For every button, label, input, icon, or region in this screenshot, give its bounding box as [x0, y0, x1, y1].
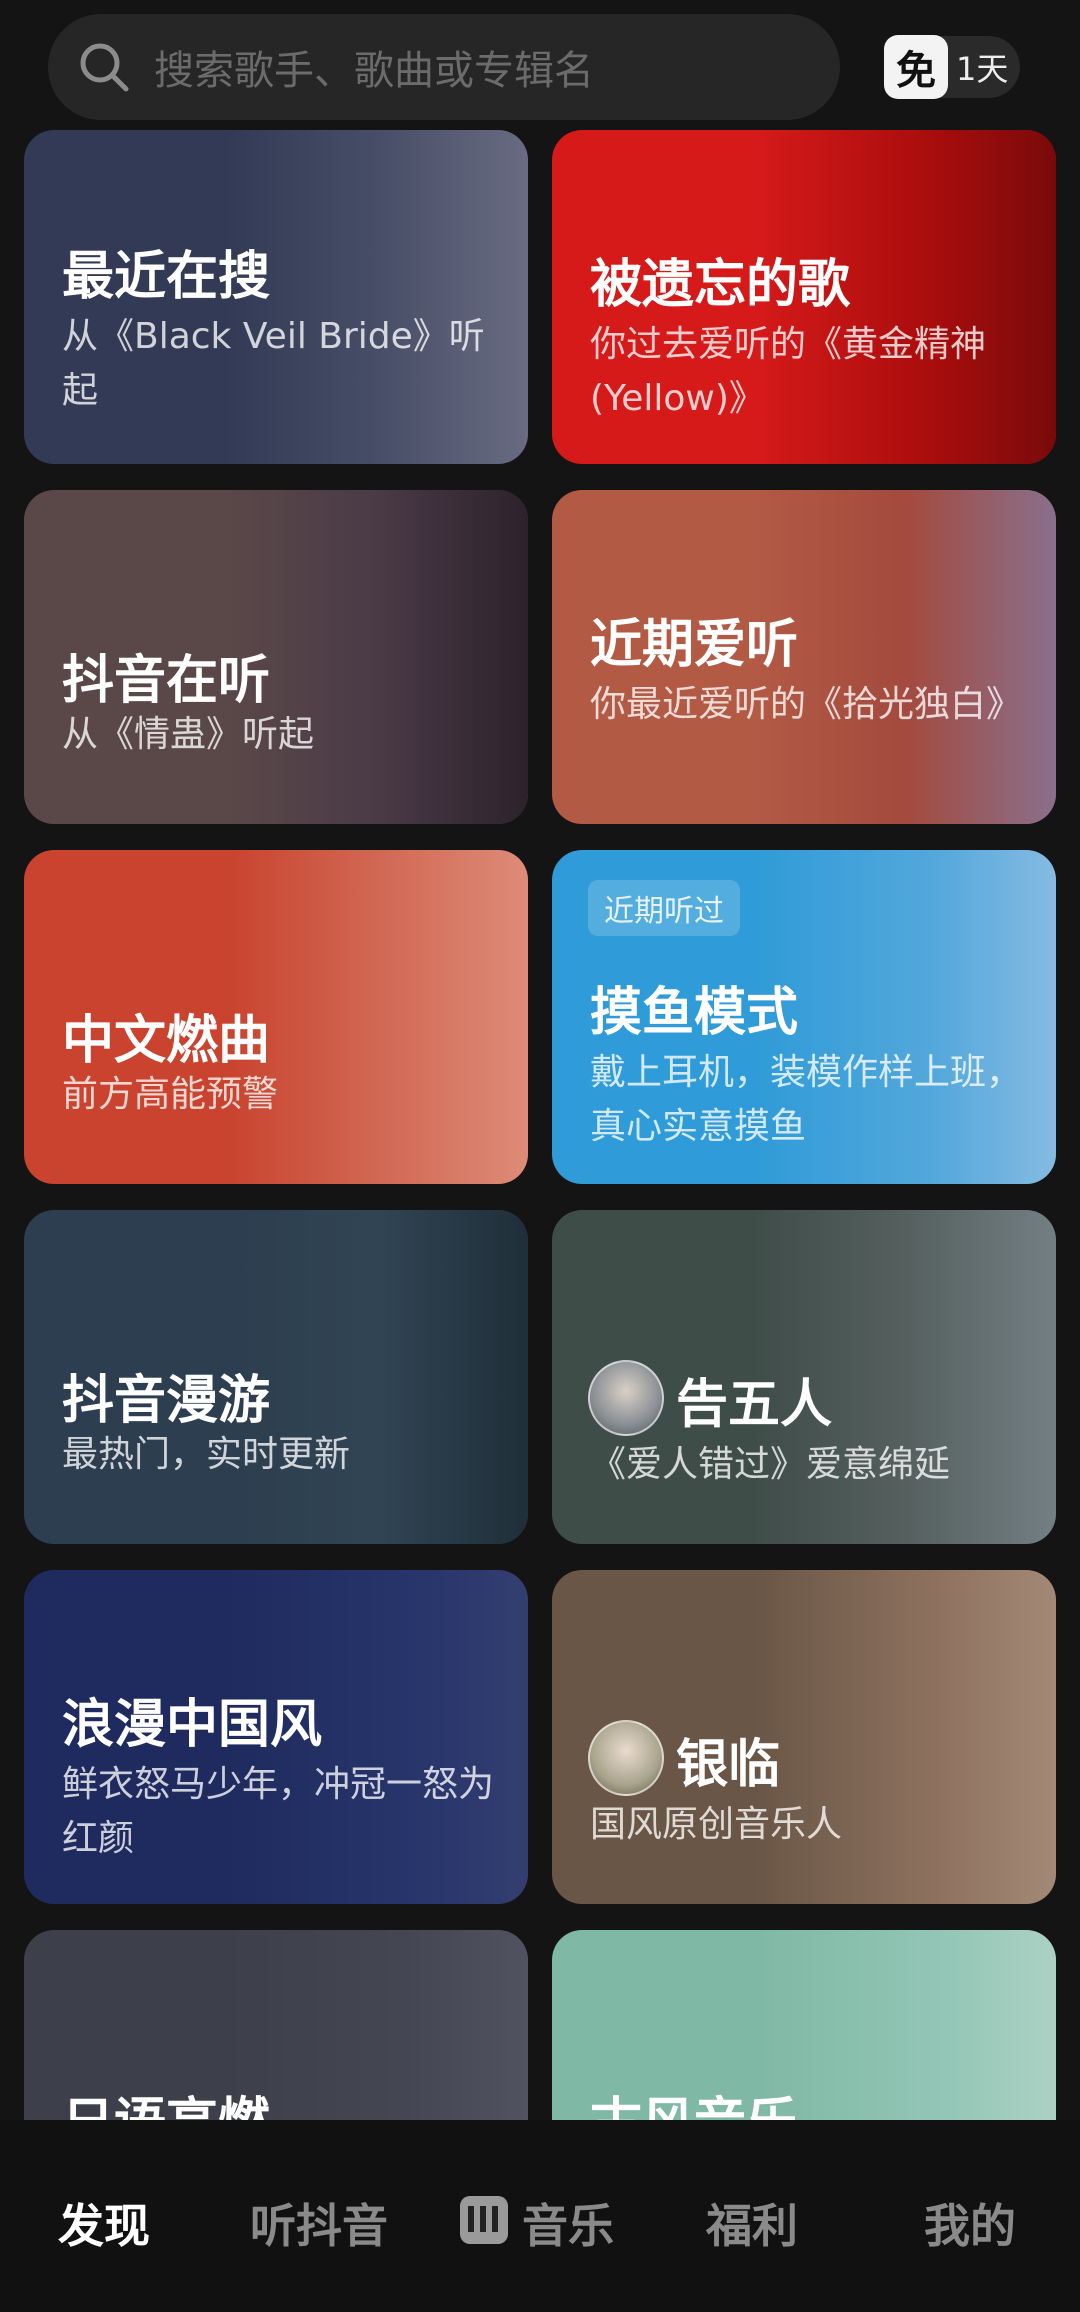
search-placeholder: 搜索歌手、歌曲或专辑名 — [154, 48, 594, 94]
album-art — [225, 850, 528, 1184]
card-subtitle: 《爱人错过》爱意绵延 — [590, 1444, 951, 1485]
card-title: 中文燃曲 — [62, 1011, 271, 1071]
card-title: 近期爱听 — [590, 615, 799, 675]
card-title: 日语高燃 — [62, 2080, 270, 2122]
tab-music[interactable]: 音乐 — [522, 2190, 614, 2256]
search-input[interactable]: 搜索歌手、歌曲或专辑名 — [48, 14, 840, 120]
artist-avatar — [588, 1720, 664, 1796]
card-title: 抖音漫游 — [62, 1371, 271, 1431]
card-douyin-listening[interactable]: 抖音在听 从《情蛊》听起 — [24, 490, 528, 824]
tab-welfare[interactable]: 福利 — [706, 2190, 798, 2256]
free-trial-badge[interactable]: 免 1天 — [884, 35, 1020, 99]
card-title: 抖音在听 — [62, 651, 271, 711]
card-title: 银临 — [676, 1735, 781, 1795]
card-subtitle: 你过去爱听的《黄金精神(Yellow)》 — [590, 324, 987, 419]
music-icon — [460, 2196, 508, 2244]
card-ancient-style[interactable]: 古风音乐 — [552, 1930, 1056, 2122]
album-art — [753, 1570, 1056, 1904]
album-art — [225, 1210, 528, 1544]
card-title: 浪漫中国风 — [62, 1695, 323, 1755]
card-subtitle: 国风原创音乐人 — [590, 1804, 843, 1845]
recently-played-tag: 近期听过 — [588, 880, 740, 936]
card-subtitle: 戴上耳机，装模作样上班，真心实意摸鱼 — [590, 1052, 1023, 1147]
artist-avatar — [588, 1360, 664, 1436]
tab-listen-douyin[interactable]: 听抖音 — [250, 2190, 388, 2256]
discover-grid: 最近在搜 从《Black Veil Bride》听起 被遗忘的歌 你过去爱听的《… — [0, 130, 1080, 2122]
card-recent-search[interactable]: 最近在搜 从《Black Veil Bride》听起 — [24, 130, 528, 464]
card-subtitle: 从《情蛊》听起 — [62, 714, 315, 755]
album-art — [753, 1930, 1056, 2122]
free-days: 1天 — [956, 50, 1009, 88]
album-art — [225, 490, 528, 824]
card-recent-favorites[interactable]: 近期爱听 你最近爱听的《拾光独白》 — [552, 490, 1056, 824]
tab-discover[interactable]: 发现 — [58, 2190, 150, 2256]
search-icon — [80, 43, 129, 92]
card-subtitle: 鲜衣怒马少年，冲冠一怒为红颜 — [62, 1764, 495, 1859]
card-subtitle: 从《Black Veil Bride》听起 — [62, 316, 485, 411]
card-artist-yinlin[interactable]: 银临 国风原创音乐人 — [552, 1570, 1056, 1904]
card-title: 告五人 — [676, 1375, 833, 1435]
card-slacking-mode[interactable]: 近期听过 摸鱼模式 戴上耳机，装模作样上班，真心实意摸鱼 — [552, 850, 1056, 1184]
card-forgotten-songs[interactable]: 被遗忘的歌 你过去爱听的《黄金精神(Yellow)》 — [552, 130, 1056, 464]
card-japanese-hype[interactable]: 日语高燃 — [24, 1930, 528, 2122]
card-title: 摸鱼模式 — [590, 983, 799, 1043]
album-art — [225, 1930, 528, 2122]
card-subtitle: 最热门，实时更新 — [62, 1434, 351, 1475]
card-douyin-roaming[interactable]: 抖音漫游 最热门，实时更新 — [24, 1210, 528, 1544]
card-title: 被遗忘的歌 — [590, 255, 851, 315]
bottom-tab-bar: 发现 听抖音 音乐 福利 我的 — [0, 2120, 1080, 2312]
card-title: 古风音乐 — [590, 2080, 798, 2122]
card-artist-accusefive[interactable]: 告五人 《爱人错过》爱意绵延 — [552, 1210, 1056, 1544]
free-icon: 免 — [884, 35, 948, 99]
card-subtitle: 你最近爱听的《拾光独白》 — [590, 684, 1023, 725]
card-chinese-hype[interactable]: 中文燃曲 前方高能预警 — [24, 850, 528, 1184]
tab-me[interactable]: 我的 — [924, 2190, 1016, 2256]
card-title: 最近在搜 — [62, 247, 271, 307]
card-subtitle: 前方高能预警 — [62, 1074, 279, 1115]
card-romantic-chinese[interactable]: 浪漫中国风 鲜衣怒马少年，冲冠一怒为红颜 — [24, 1570, 528, 1904]
album-art — [753, 490, 1056, 824]
